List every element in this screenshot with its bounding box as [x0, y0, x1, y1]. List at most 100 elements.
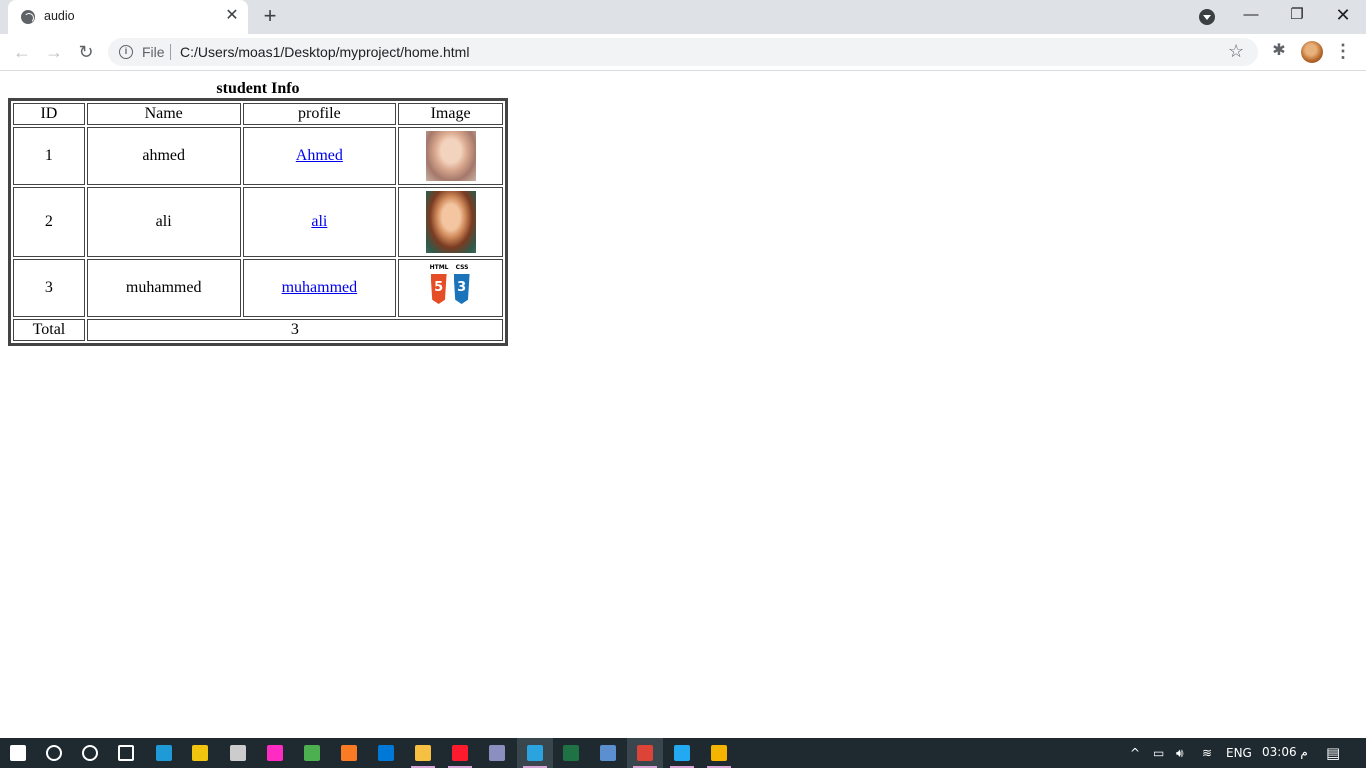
restore-button[interactable]: ❐ [1274, 0, 1320, 30]
wifi-icon[interactable]: ≋ [1202, 746, 1212, 760]
network-app-icon [600, 745, 616, 761]
cell-name: ahmed [86, 127, 241, 185]
cell-image [398, 127, 503, 185]
taskbar-start-icon[interactable] [0, 738, 36, 768]
taskbar-task-view-icon[interactable] [108, 738, 144, 768]
search-icon [46, 745, 62, 761]
taskbar-excel-icon[interactable] [553, 738, 589, 768]
taskbar-store-icon[interactable] [182, 738, 218, 768]
close-window-button[interactable]: ✕ [1320, 0, 1366, 30]
minimize-button[interactable]: — [1228, 0, 1274, 30]
cell-profile: Ahmed [242, 127, 397, 185]
taskbar-search-icon[interactable] [36, 738, 72, 768]
telegram-icon [527, 745, 543, 761]
taskbar-cortana-icon[interactable] [72, 738, 108, 768]
tray-overflow-icon[interactable]: ^ [1130, 746, 1140, 760]
student-table: ID Name profile Image 1 ahmed Ahmed 2 al… [8, 98, 508, 346]
green-app-icon [304, 745, 320, 761]
opera-icon [452, 745, 468, 761]
cell-id: 3 [13, 259, 85, 317]
browser-tab[interactable]: audio ✕ [8, 0, 248, 34]
table-row: 3 muhammed muhammed HTML CSS 5 3 [13, 259, 503, 317]
taskbar-mail-icon[interactable] [368, 738, 404, 768]
profile-link[interactable]: muhammed [282, 279, 358, 296]
header-profile: profile [242, 103, 397, 125]
clock[interactable]: 03:06 م [1262, 745, 1308, 759]
taskbar-generic-app-icon[interactable] [479, 738, 515, 768]
bookmark-star-icon[interactable]: ☆ [1228, 41, 1244, 62]
browser-toolbar: ← → ↻ i File C:/Users/moas1/Desktop/mypr… [0, 34, 1366, 71]
html5-css3-logos: HTML CSS 5 3 [426, 264, 476, 312]
extensions-icon[interactable]: ✱ [1268, 40, 1290, 62]
taskbar-opera-icon[interactable] [442, 738, 478, 768]
taskbar-cmd-icon[interactable] [220, 738, 256, 768]
notifications-icon[interactable]: ▤ [1326, 744, 1340, 762]
taskbar-green-app-icon[interactable] [294, 738, 330, 768]
cell-id: 2 [13, 187, 85, 257]
header-image: Image [398, 103, 503, 125]
taskbar-file-explorer-icon[interactable] [405, 738, 441, 768]
profile-avatar[interactable] [1301, 41, 1323, 63]
cell-id: 1 [13, 127, 85, 185]
language-indicator[interactable]: ENG [1226, 746, 1252, 760]
task-view-icon [118, 745, 134, 761]
url-text[interactable]: C:/Users/moas1/Desktop/myproject/home.ht… [180, 44, 469, 60]
taskbar-vscode-icon[interactable] [664, 738, 700, 768]
page-content: student Info ID Name profile Image 1 ahm… [0, 72, 1366, 738]
taskbar-adobe-xd-icon[interactable] [257, 738, 293, 768]
adobe-xd-icon [267, 745, 283, 761]
edge-icon [156, 745, 172, 761]
header-id: ID [13, 103, 85, 125]
reload-button[interactable]: ↻ [72, 38, 100, 66]
taskbar-xampp-icon[interactable] [331, 738, 367, 768]
total-label: Total [13, 319, 85, 341]
header-name: Name [86, 103, 241, 125]
cell-image: HTML CSS 5 3 [398, 259, 503, 317]
info-icon[interactable]: i [119, 45, 133, 59]
taskbar-chrome-2-icon[interactable] [701, 738, 737, 768]
cell-profile: muhammed [242, 259, 397, 317]
new-tab-button[interactable]: + [258, 5, 282, 29]
cmd-icon [230, 745, 246, 761]
child-portrait-photo [425, 131, 476, 181]
css-label: CSS [455, 264, 469, 271]
cell-name: ali [86, 187, 241, 257]
close-tab-icon[interactable]: ✕ [222, 6, 242, 26]
battery-icon[interactable]: ▭ [1153, 746, 1164, 760]
taskbar-telegram-icon[interactable] [517, 738, 553, 768]
child-portrait-photo-2 [425, 191, 476, 253]
file-explorer-icon [415, 745, 431, 761]
html-label: HTML [429, 264, 449, 271]
cortana-icon [82, 745, 98, 761]
scheme-label: File [142, 44, 165, 60]
total-row: Total 3 [13, 319, 503, 341]
table-row: 1 ahmed Ahmed [13, 127, 503, 185]
excel-icon [563, 745, 579, 761]
chrome-icon [637, 745, 653, 761]
tab-title: audio [44, 9, 75, 23]
cell-name: muhammed [86, 259, 241, 317]
chrome-2-icon [711, 745, 727, 761]
windows-taskbar: ^ ▭ 🔊︎ ≋ ENG 03:06 م ▤ [0, 738, 1366, 768]
back-button[interactable]: ← [8, 38, 36, 66]
address-bar[interactable]: i File C:/Users/moas1/Desktop/myproject/… [108, 38, 1258, 66]
mail-icon [378, 745, 394, 761]
css3-icon: 3 [453, 274, 470, 304]
forward-button[interactable]: → [40, 38, 68, 66]
start-icon [10, 745, 26, 761]
table-header-row: ID Name profile Image [13, 103, 503, 125]
volume-icon[interactable]: 🔊︎ [1176, 746, 1184, 761]
taskbar-edge-icon[interactable] [146, 738, 182, 768]
profile-link[interactable]: Ahmed [296, 147, 343, 164]
tab-search-icon[interactable] [1199, 9, 1215, 25]
taskbar-network-app-icon[interactable] [590, 738, 626, 768]
store-icon [192, 745, 208, 761]
xampp-icon [341, 745, 357, 761]
cell-image [398, 187, 503, 257]
taskbar-chrome-icon[interactable] [627, 738, 663, 768]
globe-icon [21, 10, 35, 24]
menu-icon[interactable]: ⋮ [1334, 40, 1352, 62]
divider [170, 44, 171, 60]
generic-app-icon [489, 745, 505, 761]
profile-link[interactable]: ali [311, 213, 327, 230]
